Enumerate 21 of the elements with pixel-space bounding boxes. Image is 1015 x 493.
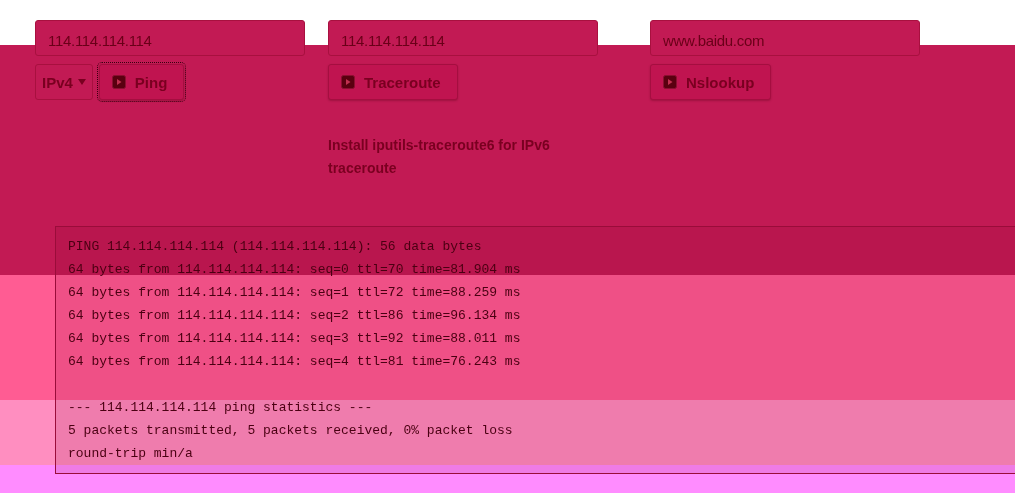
run-button[interactable]: Nslookup	[650, 64, 772, 100]
output-line: 64 bytes from 114.114.114.114: seq=0 ttl=70 time=81.904 ms	[68, 261, 522, 279]
caret-icon	[77, 79, 86, 85]
run-button[interactable]: Ping	[98, 64, 185, 100]
output-line: 64 bytes from 114.114.114.114: seq=4 ttl=81 time=76.243 ms	[68, 353, 522, 371]
run-button[interactable]: Traceroute	[328, 64, 458, 100]
play-icon	[663, 75, 677, 89]
play-icon	[111, 75, 126, 89]
address-field[interactable]: 114.114.114.114	[328, 20, 598, 56]
output-line: round-trip min/a	[68, 445, 194, 463]
install-note: Install iputils-traceroute6 for IPv6 traceroute	[328, 136, 551, 178]
output-line: --- 114.114.114.114 ping statistics ---	[68, 399, 374, 417]
output-line: 5 packets transmitted, 5 packets received, 0% packet loss	[68, 422, 514, 440]
output-line: 64 bytes from 114.114.114.114: seq=1 ttl=72 time=88.259 ms	[68, 284, 522, 302]
address-field[interactable]: www.baidu.com	[650, 20, 920, 56]
output-line: 64 bytes from 114.114.114.114: seq=2 ttl=86 time=96.134 ms	[68, 307, 522, 325]
play-icon	[341, 75, 355, 89]
address-field[interactable]: 114.114.114.114	[35, 20, 305, 56]
output-line: 64 bytes from 114.114.114.114: seq=3 ttl=92 time=88.011 ms	[68, 330, 522, 348]
protocol-select[interactable]: IPv4	[35, 64, 93, 100]
output-line: PING 114.114.114.114 (114.114.114.114): 56 data bytes	[68, 238, 483, 256]
